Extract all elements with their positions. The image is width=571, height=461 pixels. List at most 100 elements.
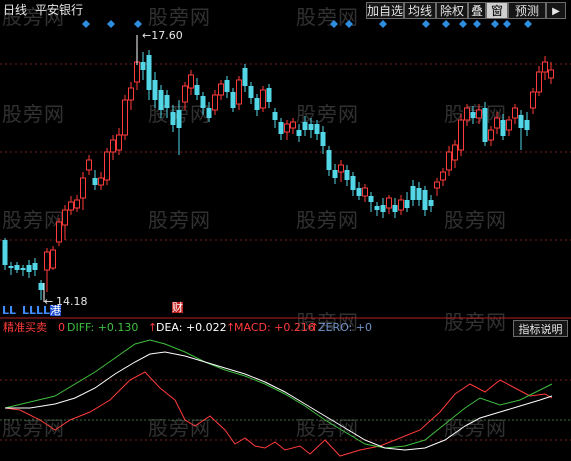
candlestick[interactable] [254,94,260,116]
candlestick[interactable] [218,80,224,100]
candlestick[interactable] [266,84,272,108]
candlestick[interactable] [500,114,506,140]
candlestick[interactable] [458,114,464,156]
period-label[interactable]: 日线 [3,4,27,16]
candlestick[interactable] [188,70,194,95]
candlestick[interactable] [260,86,266,112]
add-watchlist-button[interactable]: 加自选 [366,2,404,19]
candlestick[interactable] [26,260,32,278]
candlestick[interactable] [284,120,290,140]
candlestick[interactable] [170,105,176,132]
candlestick[interactable] [410,180,416,206]
candlestick[interactable] [542,56,548,80]
candlestick[interactable] [8,262,14,275]
candlestick[interactable] [98,172,104,190]
candlestick[interactable] [518,110,524,150]
candlestick[interactable] [494,112,500,134]
candlestick[interactable] [344,165,350,186]
candlestick[interactable] [506,116,512,136]
candlestick[interactable] [74,195,80,212]
candlestick[interactable] [116,128,122,155]
candlestick[interactable] [392,198,398,218]
candlestick[interactable] [224,76,230,98]
candlestick[interactable] [278,118,284,140]
candlestick[interactable] [140,52,146,80]
candlestick[interactable] [272,108,278,128]
candlestick[interactable] [194,78,200,100]
candlestick[interactable] [56,218,62,246]
candlestick[interactable] [548,62,554,84]
forecast-button[interactable]: 预测 [508,2,546,19]
candlestick[interactable] [536,66,542,96]
candlestick[interactable] [356,182,362,200]
candlestick[interactable] [110,135,116,160]
candlestick[interactable] [38,280,44,300]
candlestick[interactable] [488,126,494,146]
candlestick[interactable] [164,90,170,118]
candlestick[interactable] [62,205,68,240]
candlestick[interactable] [422,186,428,216]
candlestick[interactable] [92,170,98,190]
candlestick[interactable] [326,146,332,176]
candlestick[interactable] [158,85,164,118]
candlestick[interactable] [2,238,8,270]
candlestick[interactable] [206,102,212,122]
hk-tag[interactable]: 港 [50,305,61,316]
candlestick[interactable] [86,155,92,175]
candlestick[interactable] [530,88,536,114]
candlestick[interactable] [512,104,518,124]
candlestick[interactable] [374,202,380,216]
candlestick[interactable] [212,90,218,115]
candlestick[interactable] [236,76,242,110]
moving-average-button[interactable]: 均线 [404,2,436,19]
candlestick[interactable] [368,192,374,212]
candlestick[interactable] [320,126,326,154]
finance-tag[interactable]: 财 [172,302,183,313]
candlestick[interactable] [146,50,152,100]
candlestick[interactable] [440,168,446,186]
overlay-button[interactable]: 叠 [468,2,486,19]
candlestick[interactable] [308,118,314,138]
candlestick[interactable] [296,124,302,142]
candlestick[interactable] [380,198,386,218]
candlestick[interactable] [32,258,38,276]
candlestick[interactable] [200,92,206,115]
candlestick[interactable] [242,64,248,92]
candlestick[interactable] [476,104,482,124]
candlestick[interactable] [128,82,134,110]
candlestick[interactable] [14,262,20,273]
candlestick[interactable] [524,112,530,136]
candlestick[interactable] [464,104,470,126]
candlestick[interactable] [482,102,488,146]
candlestick[interactable] [290,118,296,134]
candlestick[interactable] [332,164,338,184]
candlestick[interactable] [398,195,404,215]
candlestick[interactable] [338,160,344,182]
candlestick[interactable] [50,246,56,270]
window-button[interactable]: 窗 [486,2,508,19]
candlestick[interactable] [470,106,476,124]
candlestick[interactable] [452,140,458,168]
candlestick[interactable] [302,116,308,136]
candlestick[interactable] [428,195,434,212]
candlestick[interactable] [386,195,392,214]
candlestick[interactable] [176,100,182,155]
candlestick[interactable] [350,172,356,196]
candlestick[interactable] [404,192,410,212]
candlestick[interactable] [80,172,86,210]
candlestick[interactable] [434,178,440,196]
candlestick[interactable] [152,72,158,108]
candlestick[interactable] [20,265,26,276]
scroll-right-button[interactable]: ▶ [546,2,566,19]
candlestick[interactable] [362,184,368,202]
candlestick[interactable] [248,82,254,104]
candlestick[interactable] [44,248,50,292]
candlestick[interactable] [416,182,422,206]
candlestick[interactable] [104,148,110,185]
ex-rights-button[interactable]: 除权 [436,2,468,19]
candlestick[interactable] [314,120,320,140]
candlestick[interactable] [182,82,188,110]
indicator-name[interactable]: 精准买卖 [3,322,47,333]
indicator-help-button[interactable]: 指标说明 [513,320,568,337]
candlestick[interactable] [446,146,452,176]
